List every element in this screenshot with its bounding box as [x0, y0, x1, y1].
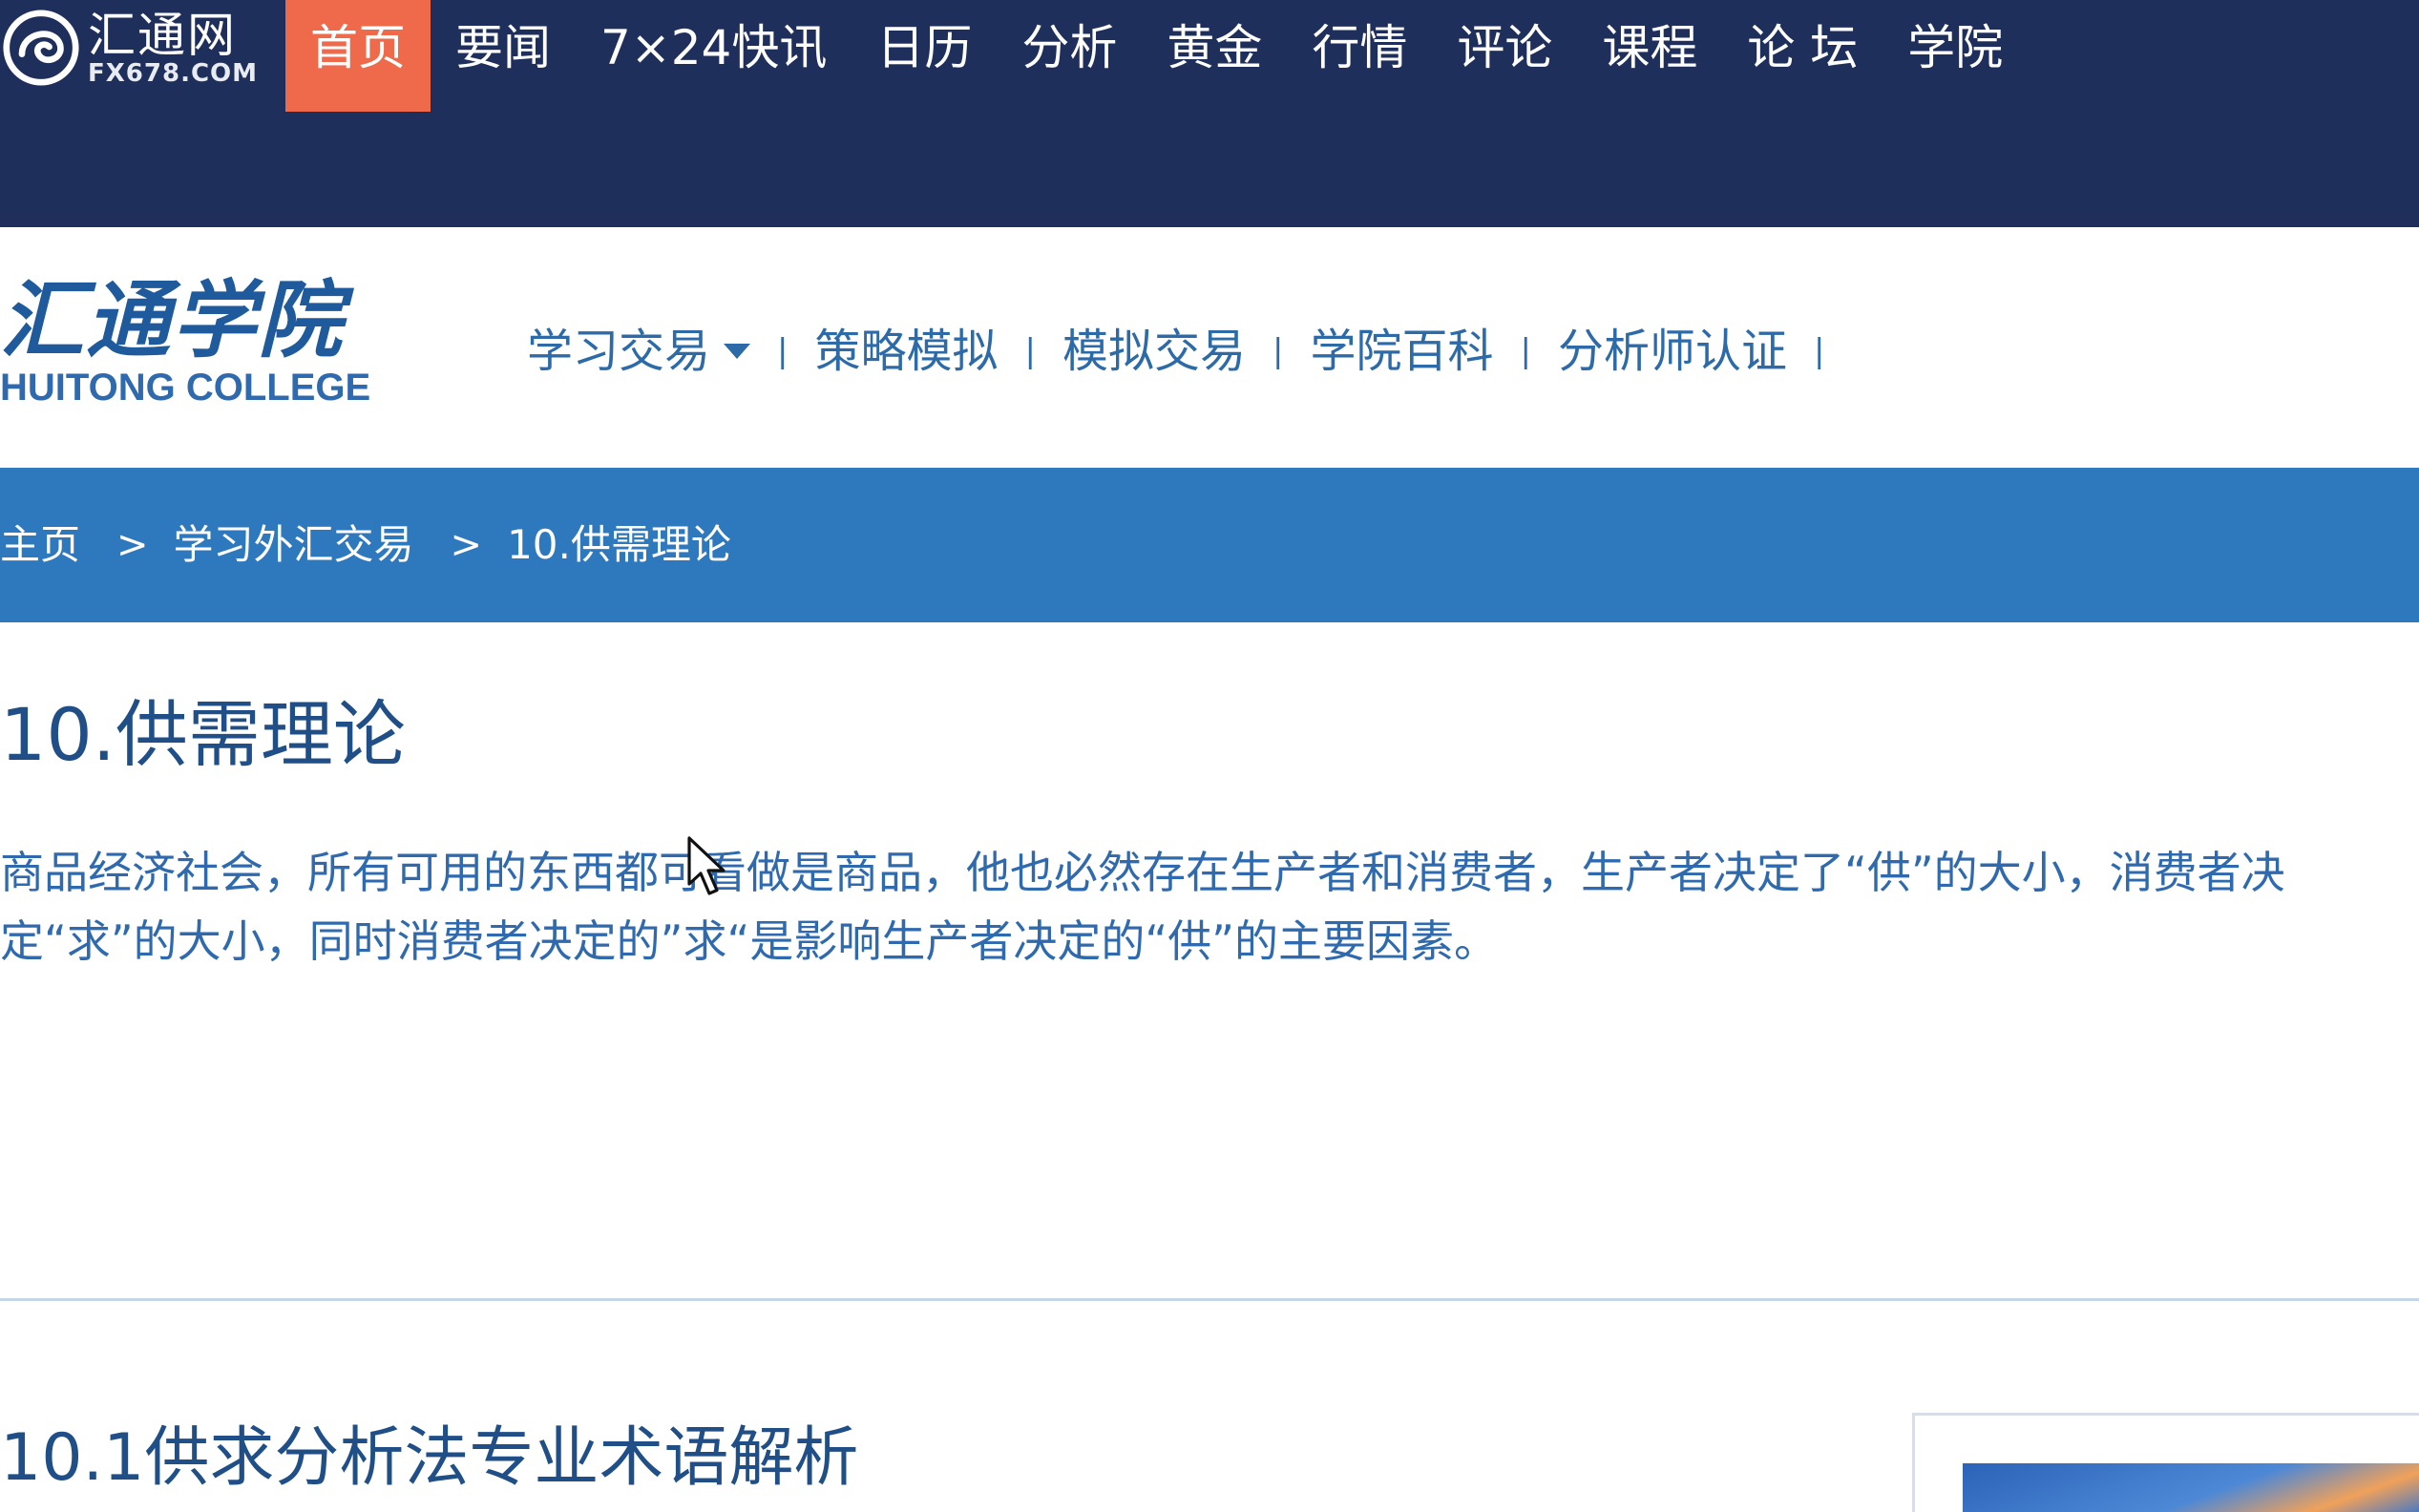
page: 汇通网 FX678.COM 首页 要闻 7×24快讯 日历 分析 黄金 行情 评… — [0, 0, 2419, 1512]
article-body: 商品经济社会，所有可用的东西都可看做是商品，他也必然存在生产者和消费者，生产者决… — [0, 847, 2285, 967]
subnav-separator: | — [1520, 332, 1531, 370]
caret-down-icon — [724, 344, 751, 359]
breadcrumb-current: 10.供需理论 — [507, 521, 731, 568]
subnav-item-learn-trading[interactable]: 学习交易 — [527, 313, 751, 389]
topnav-item-calendar[interactable]: 日历 — [852, 0, 997, 112]
top-nav: 首页 要闻 7×24快讯 日历 分析 黄金 行情 评论 课程 论 坛 学院 — [285, 0, 2028, 112]
side-card — [1912, 1413, 2419, 1512]
subnav-separator: | — [1024, 332, 1036, 370]
topnav-item-forum[interactable]: 论 坛 — [1722, 0, 1883, 112]
side-card-image[interactable] — [1963, 1463, 2419, 1512]
subnav-item-encyclopedia[interactable]: 学院百科 — [1310, 313, 1493, 389]
top-navigation-bar: 汇通网 FX678.COM 首页 要闻 7×24快讯 日历 分析 黄金 行情 评… — [0, 0, 2419, 227]
college-subnav: 学习交易 | 策略模拟 | 模拟交易 | 学院百科 | 分析师认证 | — [527, 313, 1851, 389]
topnav-item-home[interactable]: 首页 — [285, 0, 431, 112]
college-logo-en: HUITONG COLLEGE — [0, 367, 371, 409]
breadcrumb-learn-forex[interactable]: 学习外汇交易 — [174, 516, 414, 574]
topnav-item-comments[interactable]: 评论 — [1432, 0, 1577, 112]
article-title: 10.供需理论 — [0, 692, 406, 777]
subnav-separator: | — [1813, 332, 1825, 370]
topnav-item-news[interactable]: 要闻 — [431, 0, 576, 112]
subnav-item-demo-trading[interactable]: 模拟交易 — [1062, 313, 1246, 389]
topnav-item-quotes[interactable]: 行情 — [1287, 0, 1432, 112]
swirl-logo-icon — [3, 10, 79, 86]
college-logo-cn: 汇通学院 — [0, 271, 345, 369]
topnav-item-courses[interactable]: 课程 — [1577, 0, 1722, 112]
subnav-separator: | — [1272, 332, 1284, 370]
breadcrumb-separator: > — [450, 523, 483, 567]
subnav-item-label: 学习交易 — [527, 325, 711, 378]
topnav-item-flash[interactable]: 7×24快讯 — [576, 0, 852, 112]
breadcrumb: 主页 > 学习外汇交易 > 10.供需理论 — [0, 468, 2419, 622]
topnav-item-analysis[interactable]: 分析 — [997, 0, 1142, 112]
breadcrumb-home[interactable]: 主页 — [0, 516, 80, 574]
subnav-item-analyst-cert[interactable]: 分析师认证 — [1558, 313, 1787, 389]
site-logo-cn: 汇通网 — [87, 8, 237, 63]
site-logo-text: 汇通网 FX678.COM — [88, 10, 258, 86]
subnav-item-strategy-sim[interactable]: 策略模拟 — [814, 313, 998, 389]
topnav-item-gold[interactable]: 黄金 — [1142, 0, 1287, 112]
section-divider — [0, 1298, 2419, 1301]
topnav-item-college[interactable]: 学院 — [1883, 0, 2028, 112]
college-logo[interactable]: 汇通学院 HUITONG COLLEGE — [0, 271, 382, 410]
section-title: 10.1供求分析法专业术语解析 — [0, 1420, 859, 1496]
site-logo[interactable]: 汇通网 FX678.COM — [0, 0, 258, 95]
subnav-separator: | — [777, 332, 789, 370]
college-header: 汇通学院 HUITONG COLLEGE 学习交易 | 策略模拟 | 模拟交易 … — [0, 227, 2419, 468]
breadcrumb-separator: > — [116, 523, 149, 567]
site-logo-en: FX678.COM — [87, 59, 258, 88]
